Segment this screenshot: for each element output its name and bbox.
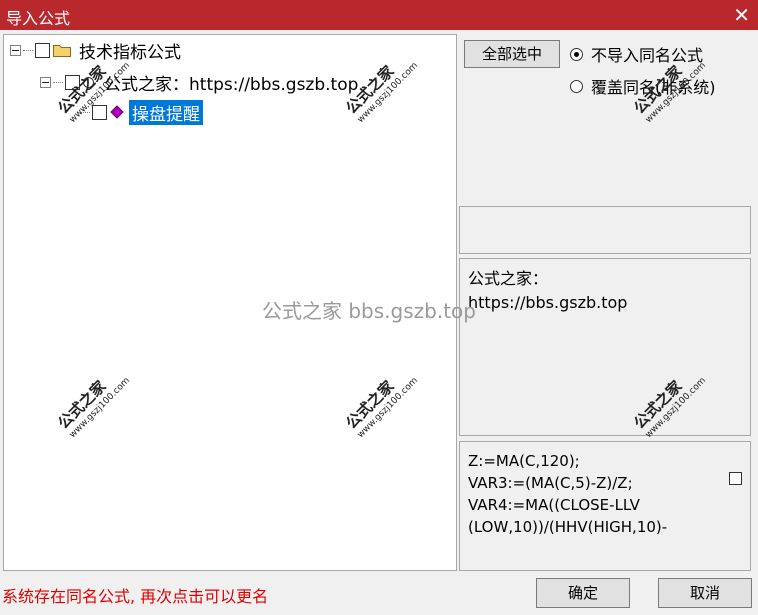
formula-code-text: Z:=MA(C,120); VAR3:=(MA(C,5)-Z)/Z; VAR4:… <box>468 452 668 536</box>
close-icon[interactable]: ✕ <box>733 3 750 27</box>
description-line: https://bbs.gszb.top <box>468 293 628 312</box>
leaf-checkbox[interactable] <box>92 104 107 120</box>
description-text: 公式之家： https://bbs.gszb.top <box>468 267 627 315</box>
tree-connector <box>23 49 33 51</box>
window-title: 导入公式 <box>6 9 71 28</box>
center-watermark: 公式之家 bbs.gszb.top <box>262 299 476 323</box>
radio-dot[interactable] <box>570 47 583 61</box>
formula-code-panel[interactable]: Z:=MA(C,120); VAR3:=(MA(C,5)-Z)/Z; VAR4:… <box>459 441 751 571</box>
ok-button[interactable]: 确定 <box>536 578 630 608</box>
tree-root-label: 技术指标公式 <box>79 42 181 63</box>
description-panel: 公式之家： https://bbs.gszb.top <box>459 258 751 436</box>
cancel-button[interactable]: 取消 <box>658 578 752 608</box>
tree-leaf-label[interactable]: 操盘提醒 <box>129 99 203 125</box>
root-checkbox[interactable] <box>35 42 50 58</box>
status-message: 系统存在同名公式, 再次点击可以更名 <box>2 587 269 606</box>
code-checkbox[interactable] <box>729 472 742 485</box>
select-all-button[interactable]: 全部选中 <box>464 40 560 68</box>
tree-connector <box>53 81 63 83</box>
radio-dot[interactable] <box>570 79 583 93</box>
description-line: 公式之家： <box>468 269 549 288</box>
collapse-icon[interactable]: − <box>10 44 21 56</box>
tree-node-leaf[interactable]: 操盘提醒 <box>80 99 203 125</box>
title-bar: 导入公式 ✕ <box>0 0 758 30</box>
tree-child-label: 公式之家：https://bbs.gszb.top <box>104 74 359 95</box>
formula-gem-icon <box>110 105 124 119</box>
folder-icon <box>53 45 71 57</box>
tree-node-root[interactable]: − 技术指标公式 <box>10 39 181 63</box>
empty-info-box <box>459 206 751 254</box>
collapse-icon[interactable]: − <box>40 76 51 88</box>
